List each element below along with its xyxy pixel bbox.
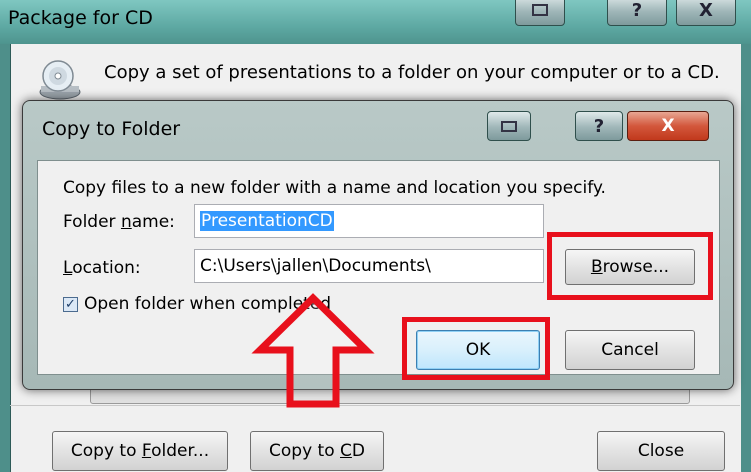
close-icon: X — [661, 116, 675, 136]
close-icon: X — [699, 0, 713, 21]
checkmark-icon: ✓ — [65, 297, 76, 312]
inner-help-button[interactable]: ? — [575, 111, 623, 141]
folder-name-input[interactable]: PresentationCD — [194, 204, 544, 238]
outer-dialog-message: Copy a set of presentations to a folder … — [104, 62, 720, 83]
copy-to-folder-button[interactable]: Copy to Folder... — [52, 431, 228, 471]
close-button[interactable]: Close — [597, 431, 725, 471]
inner-close-button[interactable]: X — [627, 111, 709, 141]
ok-highlight-box — [402, 317, 550, 380]
inner-restore-button[interactable] — [487, 111, 531, 141]
outer-restore-button[interactable] — [515, 0, 565, 26]
copy-to-folder-label: Copy to Folder... — [70, 441, 210, 461]
outer-close-button[interactable]: X — [676, 0, 736, 26]
cancel-label: Cancel — [601, 340, 659, 360]
location-input[interactable]: C:\Users\jallen\Documents\ — [194, 249, 544, 283]
outer-help-button[interactable]: ? — [607, 0, 667, 26]
folder-name-label: Folder name: — [63, 212, 175, 232]
open-folder-checkbox[interactable]: ✓ — [63, 297, 78, 312]
close-label: Close — [637, 441, 685, 461]
up-arrow-annotation — [251, 293, 375, 408]
copy-to-cd-button[interactable]: Copy to CD — [250, 431, 384, 471]
location-value: C:\Users\jallen\Documents\ — [200, 256, 431, 276]
restore-icon — [501, 120, 517, 132]
help-icon: ? — [593, 115, 605, 137]
help-icon: ? — [631, 0, 643, 21]
outer-dialog-title: Package for CD — [8, 7, 153, 29]
folder-name-value: PresentationCD — [200, 211, 334, 231]
location-label: Location: — [63, 258, 141, 278]
instruction-text: Copy files to a new folder with a name a… — [63, 178, 606, 198]
restore-icon — [532, 4, 548, 16]
cd-drive-icon — [39, 60, 81, 100]
browse-highlight-box — [547, 232, 713, 300]
copy-to-cd-label: Copy to CD — [269, 441, 365, 461]
inner-dialog-title: Copy to Folder — [42, 118, 181, 140]
cancel-button[interactable]: Cancel — [565, 330, 695, 370]
